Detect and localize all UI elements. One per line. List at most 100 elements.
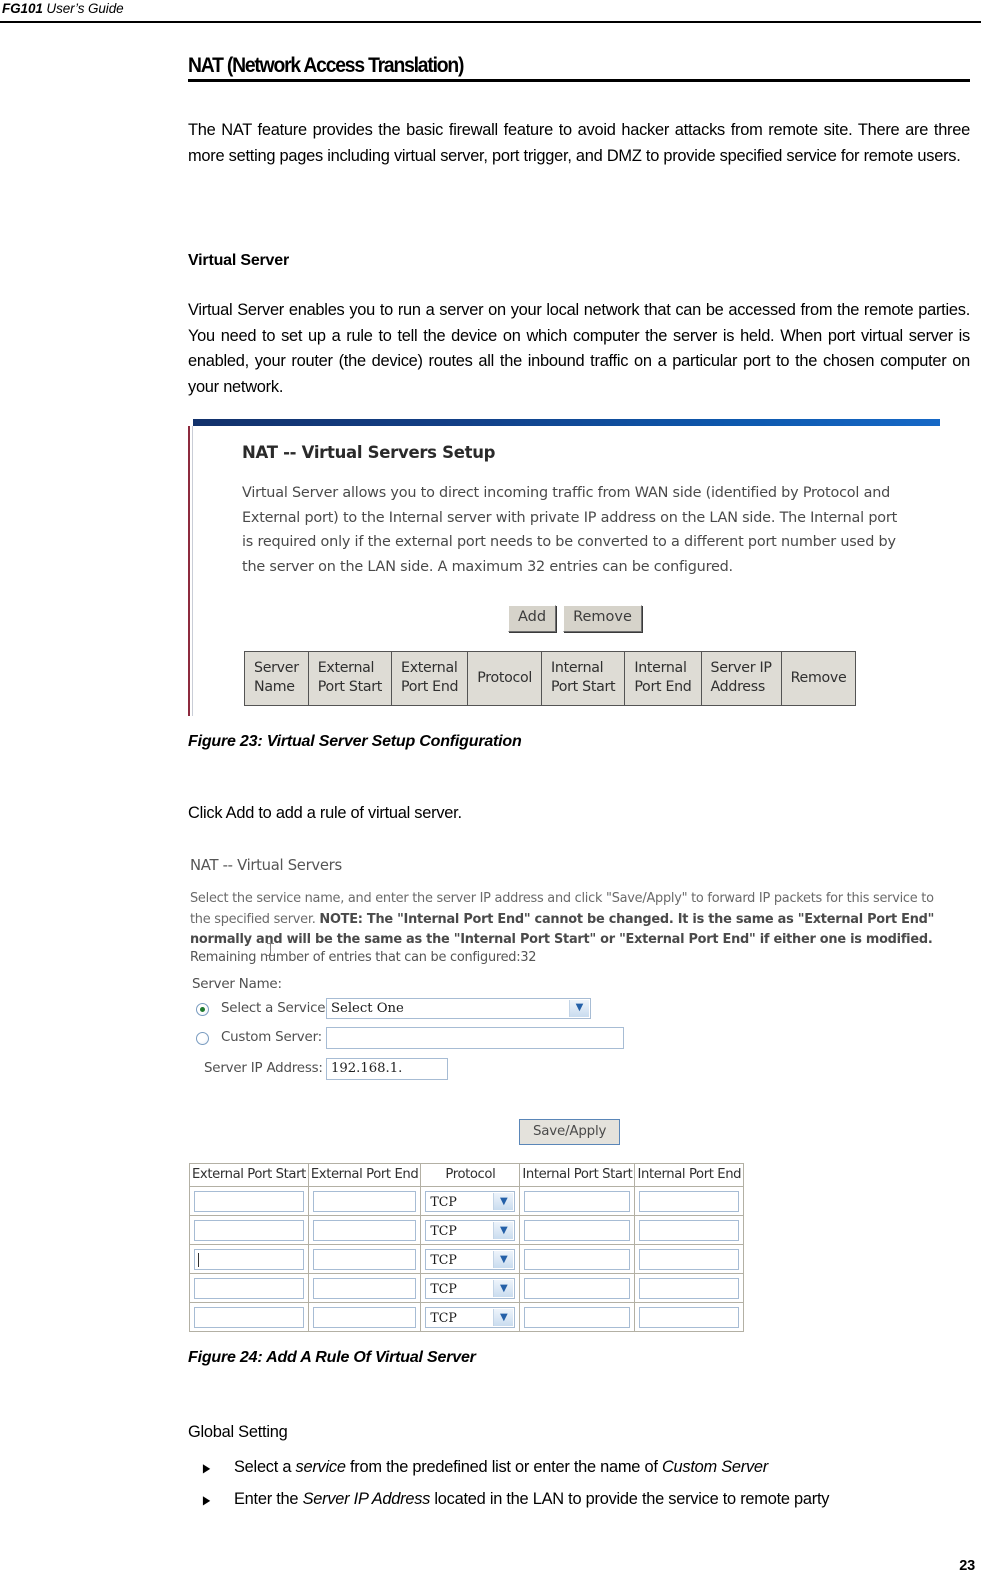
remaining-entries-text: Remaining number of entries that can be … [190, 950, 537, 965]
external-port-end-input[interactable] [312, 1277, 417, 1299]
internal-port-end-input[interactable] [639, 1219, 740, 1241]
table-header-row: Server Name External Port Start External… [244, 651, 857, 706]
cell-internal-port-end [634, 1273, 745, 1303]
chevron-down-icon[interactable]: ▼ [493, 1250, 514, 1268]
custom-server-label: Custom Server: [221, 1030, 322, 1045]
virtual-servers-setup-panel: NAT -- Virtual Servers Setup Virtual Ser… [242, 443, 932, 579]
panel-description-virtual-servers: Select the service name, and enter the s… [190, 889, 946, 951]
select-service-radio[interactable] [196, 1003, 209, 1016]
internal-port-start-input[interactable] [524, 1306, 631, 1328]
cell-protocol: TCP ▼ [420, 1273, 521, 1303]
internal-port-end-input[interactable] [639, 1248, 740, 1270]
page-title: NAT (Network Access Translation) [188, 54, 464, 77]
column-header-remove: Remove [780, 651, 857, 706]
protocol-value: TCP [430, 1222, 457, 1238]
cell-internal-port-start [519, 1273, 636, 1303]
save-apply-button[interactable]: Save/Apply [519, 1119, 621, 1145]
cell-protocol: TCP ▼ [420, 1215, 521, 1245]
custom-server-input[interactable] [326, 1027, 624, 1049]
protocol-dropdown[interactable]: TCP ▼ [425, 1219, 516, 1241]
custom-server-radio[interactable] [196, 1032, 209, 1045]
column-header-protocol: Protocol [420, 1163, 521, 1187]
internal-port-start-input[interactable] [524, 1248, 631, 1270]
external-port-end-input[interactable] [312, 1248, 417, 1270]
table-row: TCP ▼ [189, 1215, 745, 1245]
protocol-value: TCP [430, 1280, 457, 1296]
protocol-value: TCP [430, 1309, 457, 1325]
external-port-start-input[interactable] [194, 1306, 304, 1328]
column-header-internal-port-start: Internal Port Start [519, 1163, 636, 1187]
title-underline [188, 79, 970, 83]
screenshot-left-border-secondary [192, 426, 193, 716]
protocol-dropdown[interactable]: TCP ▼ [425, 1190, 516, 1212]
select-service-label: Select a Service: [221, 1001, 330, 1016]
figure-23-caption: Figure 23: Virtual Server Setup Configur… [188, 733, 522, 750]
table-row: TCP ▼ [189, 1302, 745, 1332]
external-port-start-input[interactable] [194, 1190, 304, 1212]
figure-24-caption: Figure 24: Add A Rule Of Virtual Server [188, 1349, 476, 1366]
external-port-start-input[interactable] [194, 1277, 304, 1299]
cell-internal-port-end [634, 1302, 745, 1332]
cell-external-port-start [189, 1244, 309, 1274]
click-add-paragraph: Click Add to add a rule of virtual serve… [188, 804, 462, 822]
internal-port-end-input[interactable] [639, 1277, 740, 1299]
cell-internal-port-end [634, 1186, 745, 1216]
bullet-text-mid: located in the LAN to provide the servic… [430, 1489, 830, 1508]
cell-internal-port-start [519, 1302, 636, 1332]
column-header-external-port-end: External Port End [307, 1163, 422, 1187]
external-port-start-input[interactable] [194, 1219, 304, 1241]
cell-external-port-start [189, 1302, 309, 1332]
table-row: TCP ▼ [189, 1273, 745, 1303]
cell-external-port-start [189, 1273, 309, 1303]
bullet-arrow-icon: ▶ [202, 1492, 211, 1507]
page-number: 23 [959, 1558, 975, 1574]
server-ip-address-input[interactable]: 192.168.1. [326, 1058, 448, 1080]
chevron-down-icon[interactable]: ▼ [493, 1279, 514, 1297]
internal-port-start-input[interactable] [524, 1277, 631, 1299]
external-port-start-input[interactable] [194, 1248, 304, 1270]
browser-title-bar [193, 419, 940, 426]
cell-external-port-end [307, 1215, 422, 1245]
cell-external-port-start [189, 1186, 309, 1216]
chevron-down-icon[interactable]: ▼ [493, 1192, 514, 1210]
table-row: TCP ▼ [189, 1244, 745, 1274]
column-header-protocol: Protocol [467, 651, 543, 706]
bullet-text-pre: Select a [234, 1458, 296, 1476]
text-cursor-icon [267, 943, 274, 956]
bullet-arrow-icon: ▶ [202, 1461, 211, 1475]
virtual-server-heading: Virtual Server [188, 252, 289, 269]
protocol-dropdown[interactable]: TCP ▼ [425, 1306, 516, 1328]
column-header-external-port-end: External Port End [391, 651, 469, 706]
chapter-title-block: NAT (Network Access Translation) [188, 54, 970, 83]
remove-button[interactable]: Remove [563, 605, 642, 632]
page-header: FG101 User’s Guide [0, 0, 981, 26]
list-item: ▶ Enter the Server IP Address located in … [188, 1487, 970, 1513]
chevron-down-icon[interactable]: ▼ [493, 1308, 514, 1326]
running-header-text: FG101 User’s Guide [2, 1, 124, 16]
protocol-dropdown[interactable]: TCP ▼ [425, 1248, 516, 1270]
protocol-value: TCP [430, 1251, 457, 1267]
screenshot-left-border [188, 426, 190, 716]
protocol-value: TCP [430, 1193, 457, 1209]
external-port-end-input[interactable] [312, 1190, 417, 1212]
protocol-dropdown[interactable]: TCP ▼ [425, 1277, 516, 1299]
chevron-down-icon[interactable]: ▼ [569, 1000, 589, 1017]
chevron-down-icon[interactable]: ▼ [493, 1221, 514, 1239]
cell-external-port-start [189, 1215, 309, 1245]
ports-configuration-table: External Port Start External Port End Pr… [189, 1163, 745, 1332]
select-service-dropdown[interactable]: Select One ▼ [326, 998, 591, 1019]
figure-23-screenshot: NAT -- Virtual Servers Setup Virtual Ser… [188, 419, 940, 716]
panel-title-virtual-servers: NAT -- Virtual Servers [190, 857, 342, 874]
internal-port-end-input[interactable] [639, 1306, 740, 1328]
panel-title: NAT -- Virtual Servers Setup [242, 443, 496, 462]
external-port-end-input[interactable] [312, 1306, 417, 1328]
internal-port-start-input[interactable] [524, 1219, 631, 1241]
cell-protocol: TCP ▼ [420, 1186, 521, 1216]
external-port-end-input[interactable] [312, 1219, 417, 1241]
column-header-external-port-start: External Port Start [307, 651, 393, 706]
cell-external-port-end [307, 1244, 422, 1274]
header-divider [0, 21, 981, 23]
internal-port-start-input[interactable] [524, 1190, 631, 1212]
internal-port-end-input[interactable] [639, 1190, 740, 1212]
add-button[interactable]: Add [508, 605, 557, 632]
